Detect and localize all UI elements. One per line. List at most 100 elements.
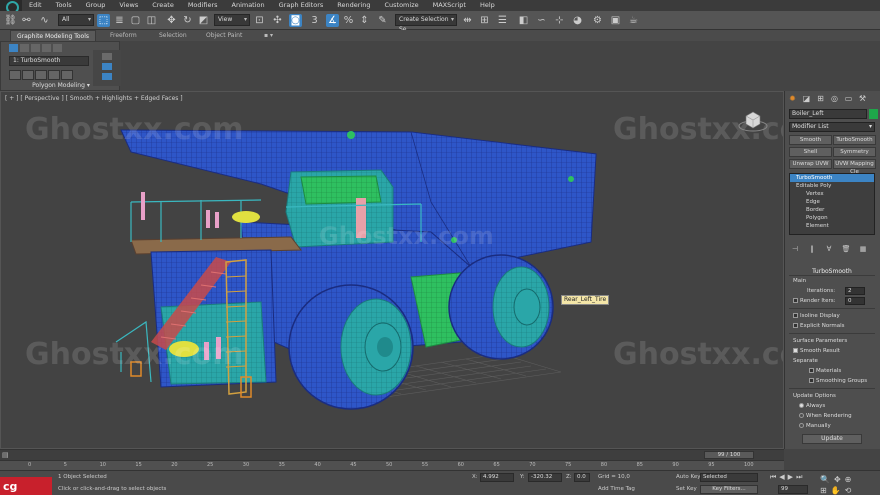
hierarchy-tab-icon[interactable]: ⊞ <box>815 93 826 104</box>
current-frame-field[interactable]: 99 <box>778 485 808 494</box>
create-tab-icon[interactable]: ✹ <box>787 93 798 104</box>
set-key-label[interactable]: Set Key <box>676 486 697 492</box>
keyboard-shortcut-override-icon[interactable]: ◙ <box>289 14 302 27</box>
auto-key-label[interactable]: Auto Key <box>676 474 701 480</box>
edit-named-sets-icon[interactable]: ✎ <box>376 14 389 27</box>
x-coordinate-field[interactable]: 4.992 <box>480 473 514 482</box>
render-production-icon[interactable]: ☕ <box>627 14 640 27</box>
edge-mode-icon[interactable] <box>20 44 29 52</box>
window-crossing-icon[interactable]: ◫ <box>145 14 158 27</box>
ribbon-panel-label[interactable]: Polygon Modeling ▾ <box>1 82 121 89</box>
element-mode-icon[interactable] <box>53 44 62 52</box>
vertex-mode-icon[interactable] <box>9 44 18 52</box>
modify-tab-icon[interactable]: ◪ <box>801 93 812 104</box>
motion-tab-icon[interactable]: ◎ <box>829 93 840 104</box>
make-unique-icon[interactable]: ∀ <box>825 245 833 253</box>
uvw-mapping-button[interactable]: UVW Mapping Cle <box>833 159 876 175</box>
explicit-normals-checkbox[interactable] <box>793 323 798 328</box>
tab-object-paint[interactable]: Object Paint <box>200 30 248 41</box>
rect-selection-icon[interactable]: ▢ <box>129 14 142 27</box>
menu-item-graph-editors[interactable]: Graph Editors <box>272 0 331 11</box>
modifier-list-dropdown[interactable]: Modifier List <box>789 122 875 132</box>
always-radio[interactable] <box>799 403 804 408</box>
graphite-toggle-icon[interactable]: ◧ <box>517 14 530 27</box>
menu-item-customize[interactable]: Customize <box>377 0 425 11</box>
rendered-frame-window-icon[interactable]: ▣ <box>609 14 622 27</box>
ribbon-tool-3-icon[interactable] <box>35 70 47 80</box>
menu-item-group[interactable]: Group <box>79 0 113 11</box>
iterations-spinner[interactable]: 2 <box>845 287 865 295</box>
unwrap-uvw-button[interactable]: Unwrap UVW <box>789 159 832 169</box>
time-slider[interactable]: 99 / 100 <box>704 451 754 459</box>
menu-item-edit[interactable]: Edit <box>22 0 49 11</box>
viewport-navigation-icons-2[interactable]: ⊞✋⟲ <box>820 486 855 495</box>
layer-manager-icon[interactable]: ☰ <box>496 14 509 27</box>
ribbon-tool-2-icon[interactable] <box>22 70 34 80</box>
app-logo-icon[interactable] <box>0 0 22 14</box>
pivot-center-icon[interactable]: ⊡ <box>253 14 266 27</box>
named-selection-dropdown[interactable]: Create Selection Se <box>395 14 457 33</box>
snap-toggle-icon[interactable]: 3 <box>308 14 321 27</box>
menu-item-maxscript[interactable]: MAXScript <box>426 0 473 11</box>
tab-freeform[interactable]: Freeform <box>104 30 143 41</box>
unlink-icon[interactable]: ⚯ <box>20 14 33 27</box>
viewcube-icon[interactable] <box>737 106 769 134</box>
y-coordinate-field[interactable]: -320.32 <box>528 473 562 482</box>
menu-item-rendering[interactable]: Rendering <box>330 0 377 11</box>
menu-item-animation[interactable]: Animation <box>225 0 272 11</box>
manually-radio[interactable] <box>799 423 804 428</box>
percent-snap-icon[interactable]: % <box>342 14 355 27</box>
tab-graphite-modeling-tools[interactable]: Graphite Modeling Tools <box>10 30 97 41</box>
ribbon-tool-4-icon[interactable] <box>48 70 60 80</box>
align-icon[interactable]: ⊞ <box>478 14 491 27</box>
turbosmooth-button[interactable]: TurboSmooth <box>833 135 876 145</box>
mirror-icon[interactable]: ⇹ <box>461 14 474 27</box>
ribbon-tool-5-icon[interactable] <box>61 70 73 80</box>
stack-item-vertex[interactable]: Vertex <box>790 190 874 198</box>
stack-item-border[interactable]: Border <box>790 206 874 214</box>
smooth-result-checkbox[interactable] <box>793 348 798 353</box>
smooth-button[interactable]: Smooth <box>789 135 832 145</box>
tab-selection[interactable]: Selection <box>153 30 193 41</box>
spinner-snap-icon[interactable]: ⇕ <box>358 14 371 27</box>
stack-item-polygon[interactable]: Polygon <box>790 214 874 222</box>
select-object-icon[interactable]: ⬚ <box>97 14 110 27</box>
rollout-title[interactable]: TurboSmooth <box>789 267 875 276</box>
bind-space-warp-icon[interactable]: ∿ <box>38 14 51 27</box>
select-scale-icon[interactable]: ◩ <box>197 14 210 27</box>
add-time-tag[interactable]: Add Time Tag <box>598 486 635 492</box>
curve-editor-icon[interactable]: ∽ <box>535 14 548 27</box>
stack-item-editable-poly[interactable]: Editable Poly <box>790 182 874 190</box>
perspective-viewport[interactable]: [ + ] [ Perspective ] [ Smooth + Highlig… <box>0 91 784 449</box>
pin-stack-icon[interactable]: ⊣ <box>791 245 799 253</box>
select-by-name-icon[interactable]: ≣ <box>113 14 126 27</box>
viewport-navigation-icons[interactable]: 🔍✥⊕ <box>820 475 855 484</box>
key-filters-button[interactable]: Key Filters... <box>700 485 758 494</box>
selection-filter-dropdown[interactable]: All <box>58 14 94 26</box>
border-mode-icon[interactable] <box>31 44 40 52</box>
isoline-checkbox[interactable] <box>793 313 798 318</box>
render-iters-spinner[interactable]: 0 <box>845 297 865 305</box>
ribbon-tool-1-icon[interactable] <box>9 70 21 80</box>
shell-button[interactable]: Shell <box>789 147 832 157</box>
material-editor-icon[interactable]: ◕ <box>571 14 584 27</box>
menu-item-views[interactable]: Views <box>112 0 145 11</box>
configure-sets-icon[interactable]: ▦ <box>859 245 867 253</box>
angle-snap-icon[interactable]: ∡ <box>326 14 339 27</box>
render-iters-checkbox[interactable] <box>793 298 798 303</box>
when-rendering-radio[interactable] <box>799 413 804 418</box>
ribbon-side-1-icon[interactable] <box>102 53 112 60</box>
ribbon-side-3-icon[interactable] <box>102 73 112 80</box>
update-button[interactable]: Update <box>802 434 862 444</box>
viewport-label[interactable]: [ + ] [ Perspective ] [ Smooth + Highlig… <box>5 95 183 102</box>
stack-item-turbosmooth[interactable]: TurboSmooth <box>790 174 874 182</box>
render-setup-icon[interactable]: ⚙ <box>591 14 604 27</box>
z-coordinate-field[interactable]: 0.0 <box>574 473 590 482</box>
ribbon-side-2-icon[interactable] <box>102 63 112 70</box>
menu-item-modifiers[interactable]: Modifiers <box>181 0 225 11</box>
object-name-field[interactable]: Boiler_Left <box>789 109 867 119</box>
modifier-stack-field[interactable]: 1: TurboSmooth <box>9 56 89 66</box>
object-color-swatch[interactable] <box>869 109 878 119</box>
menu-item-help[interactable]: Help <box>473 0 502 11</box>
smoothing-groups-checkbox[interactable] <box>809 378 814 383</box>
